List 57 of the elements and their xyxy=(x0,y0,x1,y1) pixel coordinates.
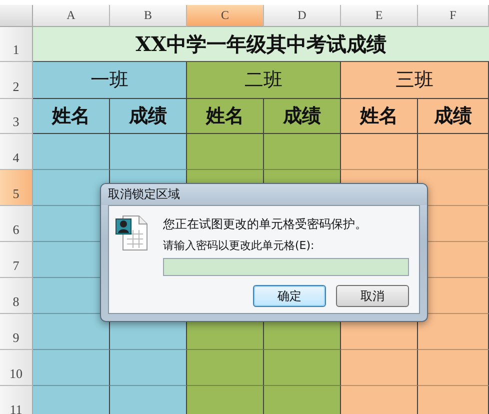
table-cell[interactable] xyxy=(264,350,341,386)
select-all-corner[interactable] xyxy=(0,5,33,27)
table-cell[interactable] xyxy=(264,386,341,414)
table-cell[interactable] xyxy=(110,134,187,170)
row-header[interactable]: 11 xyxy=(0,386,33,414)
password-field[interactable] xyxy=(163,258,409,276)
column-header[interactable]: E xyxy=(341,5,418,27)
row-header[interactable]: 3 xyxy=(0,99,33,134)
table-cell[interactable] xyxy=(418,386,489,414)
table-cell[interactable] xyxy=(187,350,264,386)
row-header[interactable]: 6 xyxy=(0,206,33,242)
table-cell[interactable] xyxy=(110,386,187,414)
dialog-message: 您正在试图更改的单元格受密码保护。 xyxy=(163,216,368,233)
password-label: 请输入密码以更改此单元格(E): xyxy=(163,238,316,253)
table-cell[interactable] xyxy=(264,134,341,170)
row-header[interactable]: 1 xyxy=(0,27,33,62)
table-cell[interactable] xyxy=(33,170,110,206)
column-label: 姓名 xyxy=(187,99,264,134)
table-cell[interactable] xyxy=(341,134,418,170)
table-cell[interactable] xyxy=(33,386,110,414)
table-cell[interactable] xyxy=(33,350,110,386)
table-cell[interactable] xyxy=(418,350,489,386)
column-header[interactable]: B xyxy=(110,5,187,27)
row-header[interactable]: 4 xyxy=(0,134,33,170)
row-header[interactable]: 10 xyxy=(0,350,33,386)
dialog-button[interactable]: 确定 xyxy=(253,285,326,307)
document-icon xyxy=(115,214,149,252)
column-label: 成绩 xyxy=(110,99,187,134)
dialog-title: 取消锁定区域 xyxy=(101,184,427,205)
column-label: 成绩 xyxy=(264,99,341,134)
row-header[interactable]: 8 xyxy=(0,278,33,314)
table-cell[interactable] xyxy=(187,386,264,414)
table-cell[interactable] xyxy=(341,386,418,414)
class-header: 三班 xyxy=(341,62,489,99)
row-header[interactable]: 5 xyxy=(0,170,33,206)
class-header: 一班 xyxy=(33,62,187,99)
table-cell[interactable] xyxy=(418,314,489,350)
dialog-button[interactable]: 取消 xyxy=(336,285,409,307)
table-cell[interactable] xyxy=(418,134,489,170)
table-cell[interactable] xyxy=(33,314,110,350)
table-cell[interactable] xyxy=(341,350,418,386)
class-header: 二班 xyxy=(187,62,341,99)
column-header[interactable]: C xyxy=(187,5,264,27)
sheet-title: XX中学一年级其中考试成绩 xyxy=(33,27,489,62)
table-cell[interactable] xyxy=(33,134,110,170)
column-header[interactable]: A xyxy=(33,5,110,27)
column-label: 姓名 xyxy=(341,99,418,134)
column-label: 姓名 xyxy=(33,99,110,134)
column-label: 成绩 xyxy=(418,99,489,134)
column-header[interactable]: F xyxy=(418,5,489,27)
table-cell[interactable] xyxy=(110,350,187,386)
table-cell[interactable] xyxy=(418,170,489,206)
column-header[interactable]: D xyxy=(264,5,341,27)
row-header[interactable]: 2 xyxy=(0,62,33,99)
row-header[interactable]: 7 xyxy=(0,242,33,278)
row-header[interactable]: 9 xyxy=(0,314,33,350)
table-cell[interactable] xyxy=(187,134,264,170)
